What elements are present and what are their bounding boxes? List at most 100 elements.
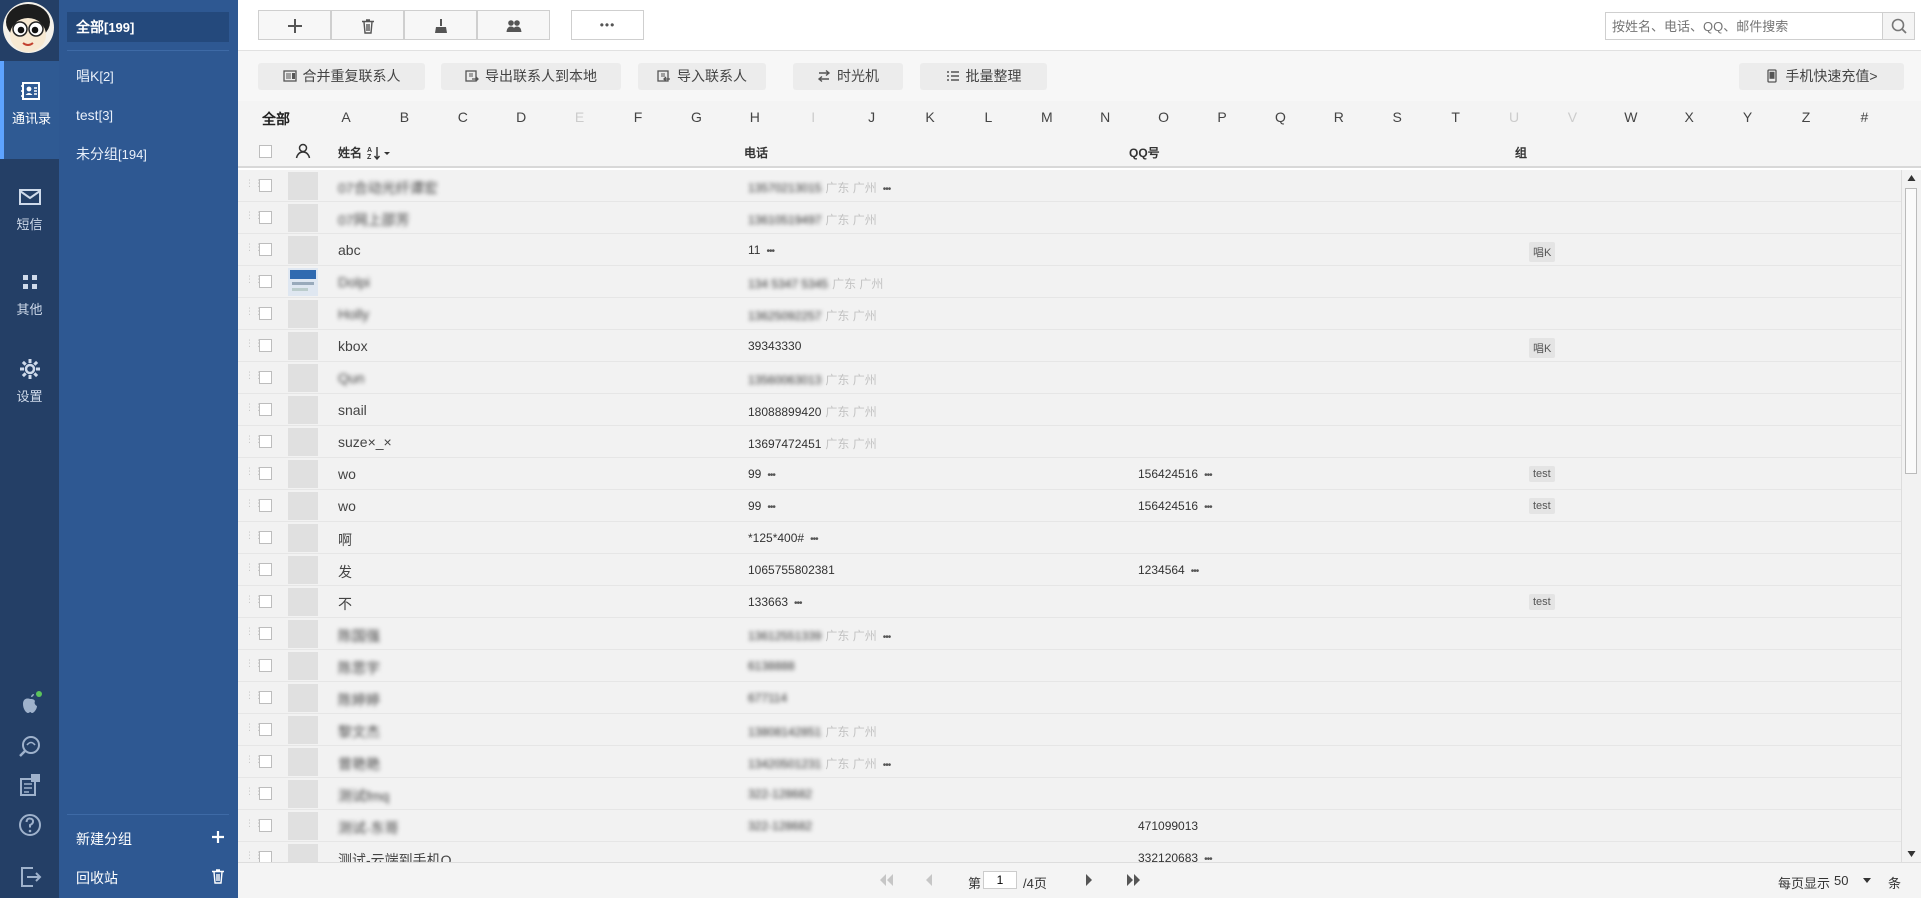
contact-name[interactable]: wo — [338, 466, 356, 482]
contact-name[interactable]: 曾艳艳 — [338, 754, 380, 774]
letter-all[interactable]: 全部 — [258, 109, 294, 129]
more-button[interactable]: ••• — [571, 10, 644, 40]
row-checkbox[interactable] — [259, 467, 272, 480]
table-row[interactable]: ⋮⋮ 曾艳艳 13420501231 广东 广州 ••• — [238, 746, 1901, 778]
mobile-recharge-button[interactable]: 手机快速充值> — [1739, 63, 1904, 90]
clean-contacts-button[interactable] — [404, 10, 477, 40]
table-row[interactable]: ⋮⋮ 陈思宇 6138888 — [238, 650, 1901, 682]
row-checkbox[interactable] — [259, 691, 272, 704]
contact-name[interactable]: 07网上邵芳 — [338, 210, 410, 230]
more-qq-icon[interactable]: ••• — [1204, 470, 1212, 481]
contact-name[interactable]: abc — [338, 242, 361, 258]
rail-item-3[interactable]: 设置 — [0, 349, 59, 409]
letter-hash[interactable]: # — [1854, 109, 1874, 125]
row-checkbox[interactable] — [259, 307, 272, 320]
table-row[interactable]: ⋮⋮ Qun 13560063013 广东 广州 — [238, 362, 1901, 394]
drag-handle-icon[interactable]: ⋮⋮ — [245, 627, 263, 639]
row-checkbox[interactable] — [259, 275, 272, 288]
export-contacts-button[interactable]: 导出联系人到本地 — [441, 63, 621, 90]
letter-n[interactable]: N — [1095, 109, 1115, 125]
drag-handle-icon[interactable]: ⋮⋮ — [245, 211, 263, 223]
row-checkbox[interactable] — [259, 595, 272, 608]
drag-handle-icon[interactable]: ⋮⋮ — [245, 371, 263, 383]
drag-handle-icon[interactable]: ⋮⋮ — [245, 307, 263, 319]
contact-name[interactable]: 不 — [338, 594, 352, 614]
contact-name[interactable]: 黎文杰 — [338, 722, 380, 742]
table-row[interactable]: ⋮⋮ 陈国强 13612551339 广东 广州 ••• — [238, 618, 1901, 650]
table-row[interactable]: ⋮⋮ 不 133663 ••• test — [238, 586, 1901, 618]
name-column-header[interactable]: 姓名 A Z — [338, 144, 393, 161]
letter-d[interactable]: D — [511, 109, 531, 125]
row-checkbox[interactable] — [259, 499, 272, 512]
table-row[interactable]: ⋮⋮ 07合动光纤谭宏 13570213015 广东 广州 ••• — [238, 170, 1901, 202]
row-checkbox[interactable] — [259, 723, 272, 736]
row-checkbox[interactable] — [259, 531, 272, 544]
letter-x[interactable]: X — [1679, 109, 1699, 125]
row-checkbox[interactable] — [259, 403, 272, 416]
row-checkbox[interactable] — [259, 627, 272, 640]
letter-k[interactable]: K — [920, 109, 940, 125]
sort-az-icon[interactable]: A Z — [365, 146, 393, 161]
contact-name[interactable]: 发 — [338, 562, 352, 582]
contact-name[interactable]: 陈思宇 — [338, 658, 380, 678]
first-page-icon[interactable] — [878, 873, 894, 887]
row-checkbox[interactable] — [259, 211, 272, 224]
scroll-down-icon[interactable] — [1907, 850, 1916, 858]
more-qq-icon[interactable]: ••• — [1204, 502, 1212, 513]
drag-handle-icon[interactable]: ⋮⋮ — [245, 787, 263, 799]
table-row[interactable]: ⋮⋮ 测试fmq 322-128682 — [238, 778, 1901, 810]
group-contacts-button[interactable] — [477, 10, 550, 40]
more-phones-icon[interactable]: ••• — [883, 632, 891, 643]
new-group-button[interactable]: 新建分组 — [76, 829, 226, 849]
letter-c[interactable]: C — [453, 109, 473, 125]
table-row[interactable]: ⋮⋮ suze×_× 13697472451 广东 广州 — [238, 426, 1901, 458]
letter-j[interactable]: J — [862, 109, 882, 125]
drag-handle-icon[interactable]: ⋮⋮ — [245, 595, 263, 607]
letter-p[interactable]: P — [1212, 109, 1232, 125]
drag-handle-icon[interactable]: ⋮⋮ — [245, 723, 263, 735]
drag-handle-icon[interactable]: ⋮⋮ — [245, 851, 263, 862]
drag-handle-icon[interactable]: ⋮⋮ — [245, 467, 263, 479]
row-checkbox[interactable] — [259, 339, 272, 352]
page-number-input[interactable] — [983, 871, 1017, 889]
table-row[interactable]: ⋮⋮ wo 99 ••• 156424516 ••• test — [238, 490, 1901, 522]
letter-z[interactable]: Z — [1796, 109, 1816, 125]
search-button[interactable] — [1882, 13, 1914, 39]
letter-m[interactable]: M — [1037, 109, 1057, 125]
apple-icon[interactable] — [17, 690, 43, 716]
notes-icon[interactable] — [17, 772, 43, 798]
contact-name[interactable]: Holly — [338, 306, 369, 322]
contact-name[interactable]: 测试-云端到手机Q — [338, 850, 452, 862]
contact-name[interactable]: snail — [338, 402, 367, 418]
more-phones-icon[interactable]: ••• — [767, 470, 775, 481]
drag-handle-icon[interactable]: ⋮⋮ — [245, 499, 263, 511]
import-contacts-button[interactable]: 导入联系人 — [638, 63, 766, 90]
contact-name[interactable]: kbox — [338, 338, 368, 354]
more-phones-icon[interactable]: ••• — [767, 502, 775, 513]
drag-handle-icon[interactable]: ⋮⋮ — [245, 755, 263, 767]
vertical-scrollbar[interactable] — [1901, 170, 1921, 862]
avatar[interactable] — [3, 2, 54, 53]
more-qq-icon[interactable]: ••• — [1191, 566, 1199, 577]
contact-name[interactable]: 啊 — [338, 530, 352, 550]
group-item-0[interactable]: 全部[199] — [67, 12, 229, 42]
table-row[interactable]: ⋮⋮ 陈婷婷 677114 — [238, 682, 1901, 714]
rail-item-2[interactable]: 其他 — [0, 262, 59, 322]
more-phones-icon[interactable]: ••• — [883, 184, 891, 195]
add-contact-button[interactable] — [258, 10, 331, 40]
drag-handle-icon[interactable]: ⋮⋮ — [245, 243, 263, 255]
table-row[interactable]: ⋮⋮ 黎文杰 13808142851 广东 广州 — [238, 714, 1901, 746]
sync-icon[interactable] — [17, 733, 43, 759]
row-checkbox[interactable] — [259, 787, 272, 800]
contact-name[interactable]: 陈婷婷 — [338, 690, 380, 710]
select-all-checkbox[interactable] — [259, 145, 272, 158]
table-row[interactable]: ⋮⋮ 啊 *125*400# ••• — [238, 522, 1901, 554]
table-row[interactable]: ⋮⋮ 测试-东哥 322-128682 471099013 — [238, 810, 1901, 842]
search-input[interactable] — [1606, 13, 1866, 39]
table-row[interactable]: ⋮⋮ 07网上邵芳 13610519497 广东 广州 — [238, 202, 1901, 234]
letter-f[interactable]: F — [628, 109, 648, 125]
letter-o[interactable]: O — [1154, 109, 1174, 125]
letter-w[interactable]: W — [1621, 109, 1641, 125]
per-page-select[interactable]: 50 — [1834, 873, 1872, 888]
group-item-2[interactable]: test[3] — [67, 100, 229, 130]
